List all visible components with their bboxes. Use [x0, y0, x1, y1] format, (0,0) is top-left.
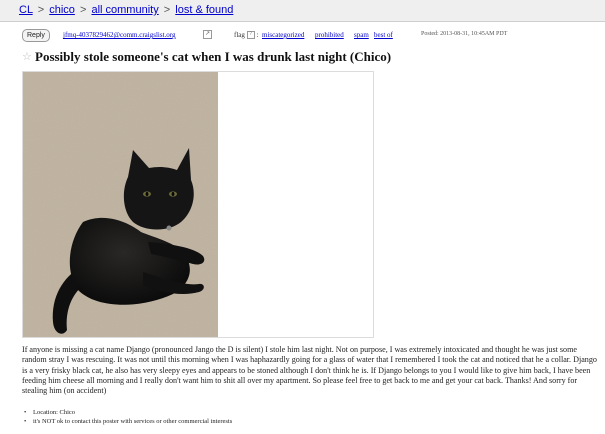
breadcrumb-chico[interactable]: chico: [49, 4, 75, 16]
reply-email-link[interactable]: jfmq-4037829462@comm.craigslist.org: [63, 31, 175, 39]
posted-date: Posted: 2013-08-31, 10:45AM PDT: [421, 31, 508, 37]
location-text: Location: Chico: [33, 409, 76, 416]
page-title: Possibly stole someone's cat when I was …: [35, 49, 392, 64]
location-notice: • Location: Chico: [22, 408, 232, 417]
flag-help-icon[interactable]: ?: [246, 31, 255, 40]
contact-notice: • it's NOT ok to contact this poster with…: [22, 417, 232, 426]
external-link-icon[interactable]: ↗: [203, 30, 212, 39]
image-gallery: [22, 71, 374, 338]
breadcrumb-separator: >: [37, 4, 45, 16]
contact-text: it's NOT ok to contact this poster with …: [33, 418, 233, 425]
post-notices: • Location: Chico • it's NOT ok to contact…: [22, 408, 232, 426]
bullet: •: [24, 409, 27, 416]
flag-label: flag ? :: [234, 31, 259, 40]
flag-text: flag: [234, 31, 245, 39]
post-meta-row: Reply jfmq-4037829462@comm.craigslist.or…: [22, 29, 602, 43]
breadcrumb-all-community[interactable]: all community: [91, 4, 158, 16]
breadcrumb-separator: >: [163, 4, 171, 16]
breadcrumb-cl[interactable]: CL: [19, 4, 33, 16]
flag-best-of-link[interactable]: best of: [374, 31, 393, 39]
cat-photo[interactable]: [23, 72, 218, 337]
flag-spam-link[interactable]: spam: [354, 31, 369, 39]
breadcrumb-lost-and-found[interactable]: lost & found: [175, 4, 233, 16]
reply-button[interactable]: Reply: [22, 29, 50, 42]
bullet: •: [24, 418, 27, 425]
flag-colon: :: [256, 31, 259, 39]
post-body: If anyone is missing a cat name Django (…: [22, 345, 597, 396]
breadcrumb-separator: >: [79, 4, 87, 16]
top-bar: CL > chico > all community > lost & foun…: [0, 0, 605, 22]
breadcrumb: CL > chico > all community > lost & foun…: [19, 0, 233, 21]
star-icon[interactable]: ☆: [22, 50, 32, 63]
flag-prohibited-link[interactable]: prohibited: [315, 31, 344, 39]
flag-miscategorized-link[interactable]: miscategorized: [262, 31, 304, 39]
